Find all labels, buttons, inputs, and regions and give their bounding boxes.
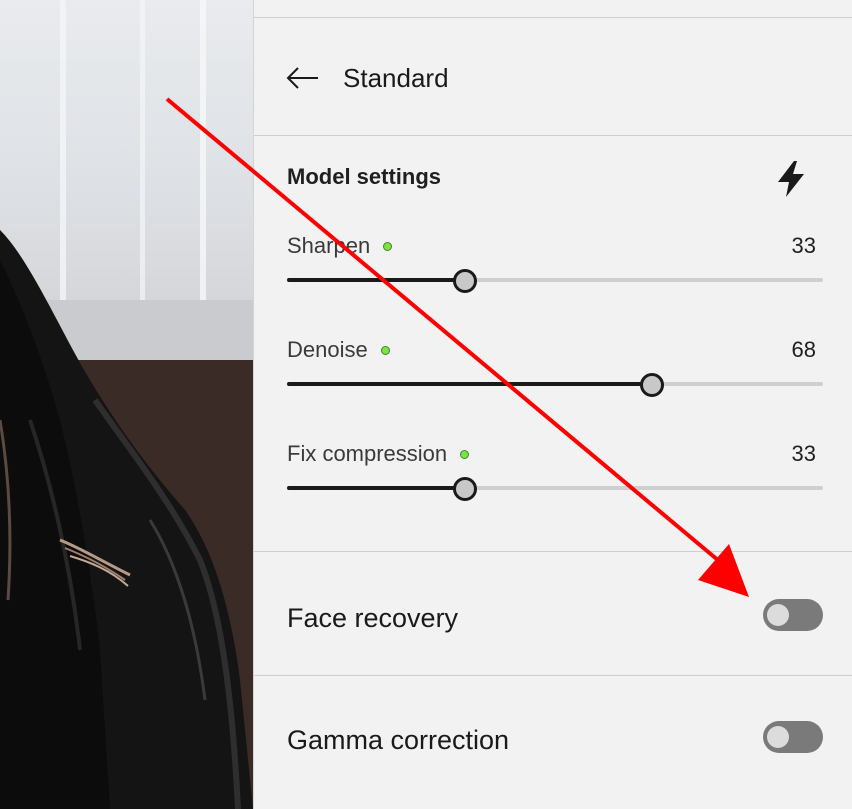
panel-header: Standard <box>286 56 449 100</box>
gamma-correction-row: Gamma correction <box>287 721 823 761</box>
slider-thumb[interactable] <box>640 373 665 397</box>
face-recovery-row: Face recovery <box>287 599 823 639</box>
slider-label: Denoise <box>287 337 390 363</box>
section-title: Model settings <box>287 164 442 189</box>
slider-label: Fix compression <box>287 441 470 467</box>
slider-fill <box>287 278 464 282</box>
page-title: Standard <box>343 62 449 93</box>
photo-content <box>0 0 253 809</box>
toggle-label: Face recovery <box>287 603 459 633</box>
settings-panel: Standard Model settings Sharpen 33 Denoi… <box>253 0 852 809</box>
face-recovery-toggle[interactable] <box>763 599 823 631</box>
slider-value: 33 <box>791 441 816 466</box>
status-dot <box>460 449 470 459</box>
slider-fill <box>287 382 652 386</box>
divider <box>254 135 852 136</box>
slider-label: Sharpen <box>287 233 393 259</box>
slider-track[interactable] <box>287 477 823 501</box>
slider-fill <box>287 486 464 490</box>
slider-track[interactable] <box>287 373 823 397</box>
slider-label-text: Fix compression <box>287 441 448 466</box>
toggle-label: Gamma correction <box>287 725 510 755</box>
divider <box>254 551 852 552</box>
image-preview <box>0 0 253 809</box>
slider-thumb[interactable] <box>452 269 477 293</box>
slider-value: 33 <box>791 233 816 258</box>
toggle-knob <box>767 604 789 626</box>
toggle-knob <box>767 726 789 748</box>
back-button[interactable] <box>286 60 322 96</box>
divider <box>254 17 852 18</box>
status-dot <box>380 345 390 355</box>
gamma-correction-toggle[interactable] <box>763 721 823 753</box>
slider-value: 68 <box>791 337 816 362</box>
slider-label-text: Denoise <box>287 337 368 362</box>
divider <box>254 675 852 676</box>
slider-track[interactable] <box>287 269 823 293</box>
lightning-bolt-icon[interactable] <box>774 160 808 198</box>
status-dot <box>383 241 393 251</box>
arrow-left-icon <box>286 67 318 89</box>
slider-label-text: Sharpen <box>287 233 371 258</box>
slider-thumb[interactable] <box>452 477 477 501</box>
